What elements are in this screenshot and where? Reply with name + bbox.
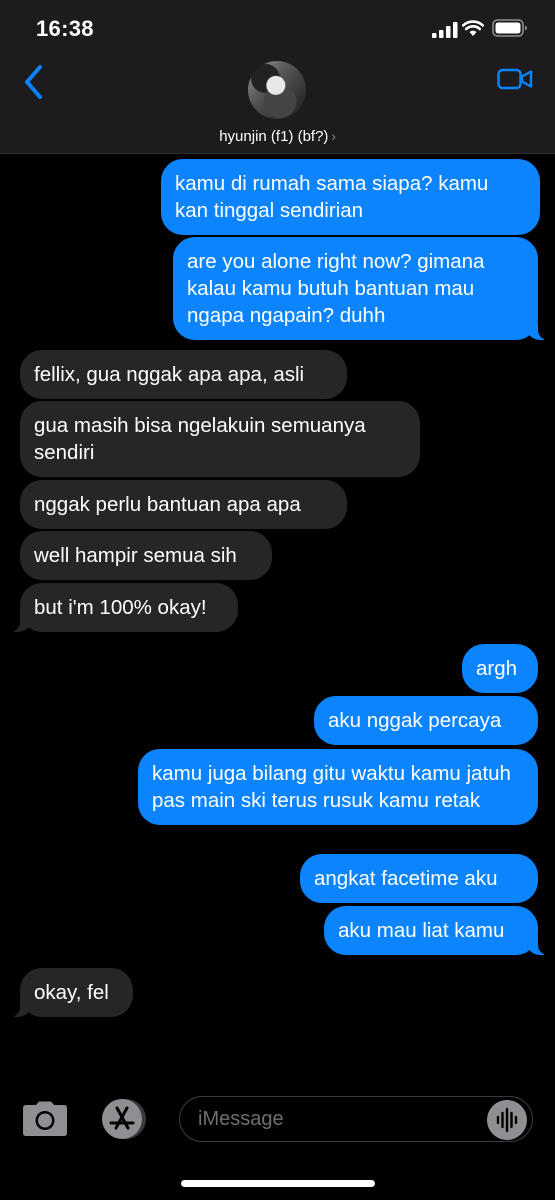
camera-icon[interactable] (22, 1101, 68, 1137)
video-camera-icon[interactable] (497, 68, 533, 90)
contact-name-button[interactable]: hyunjin (f1) (bf?) › (0, 128, 555, 145)
status-bar: 16:38 (0, 0, 555, 58)
message-bubble-outgoing[interactable]: argh (462, 644, 538, 693)
message-bubble-outgoing[interactable]: aku mau liat kamu (324, 906, 552, 955)
wifi-icon (462, 20, 484, 36)
chevron-right-icon: › (331, 129, 336, 144)
contact-name: hyunjin (f1) (bf?) (219, 128, 329, 145)
message-bubble-outgoing[interactable]: angkat facetime aku (300, 854, 538, 903)
battery-icon (492, 19, 527, 37)
message-bubble-incoming[interactable]: fellix, gua nggak apa apa, asli (20, 350, 347, 399)
status-time: 16:38 (36, 16, 94, 41)
message-bubble-outgoing[interactable]: aku nggak percaya (314, 696, 538, 745)
chevron-left-icon[interactable] (22, 64, 46, 100)
home-indicator[interactable] (181, 1180, 375, 1187)
conversation-header: hyunjin (f1) (bf?) › (0, 58, 555, 154)
message-bubble-incoming[interactable]: nggak perlu bantuan apa apa (20, 480, 347, 529)
message-bubble-outgoing[interactable]: are you alone right now? gimana kalau ka… (173, 237, 552, 340)
message-bubble-incoming[interactable]: well hampir semua sih (20, 531, 272, 580)
message-bubble-outgoing[interactable]: kamu juga bilang gitu waktu kamu jatuh p… (138, 749, 538, 825)
cellular-signal-icon (432, 22, 458, 38)
message-bubble-incoming[interactable]: okay, fel (6, 968, 133, 1017)
message-bubble-outgoing[interactable]: kamu di rumah sama siapa? kamu kan tingg… (161, 159, 540, 235)
message-bubble-incoming[interactable]: gua masih bisa ngelakuin semuanya sendir… (20, 401, 420, 477)
message-bubble-incoming[interactable]: but i'm 100% okay! (6, 583, 238, 632)
app-store-icon[interactable] (98, 1097, 148, 1141)
audio-waveform-icon[interactable] (487, 1100, 527, 1140)
imessage-input[interactable] (179, 1096, 533, 1142)
contact-avatar[interactable] (248, 61, 306, 119)
